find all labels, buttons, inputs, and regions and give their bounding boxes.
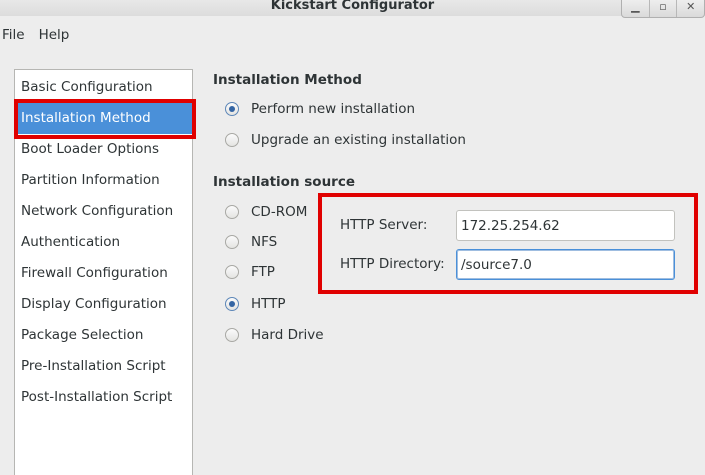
sidebar-item-partition-information[interactable]: Partition Information (15, 165, 192, 196)
sidebar-item-network-configuration[interactable]: Network Configuration (15, 196, 192, 227)
sidebar-item-package-selection[interactable]: Package Selection (15, 320, 192, 351)
radio-button[interactable] (225, 328, 239, 342)
radio-label: HTTP (251, 296, 286, 312)
radio-button[interactable] (225, 133, 239, 147)
maximize-icon[interactable]: ▫ (650, 0, 678, 17)
radio-label: Perform new installation (251, 101, 416, 117)
sidebar: Basic Configuration Installation Method … (14, 69, 193, 475)
radio-label: FTP (251, 264, 275, 280)
sidebar-item-display-configuration[interactable]: Display Configuration (15, 289, 192, 320)
sidebar-item-authentication[interactable]: Authentication (15, 227, 192, 258)
window-controls: ▁ ▫ ✕ (621, 0, 705, 18)
minimize-icon[interactable]: ▁ (622, 0, 650, 17)
radio-http[interactable]: HTTP (225, 296, 286, 312)
radio-ftp[interactable]: FTP (225, 264, 275, 280)
title-bar: Kickstart Configurator ▁ ▫ ✕ (0, 0, 705, 18)
radio-cd-rom[interactable]: CD-ROM (225, 204, 307, 220)
menu-file[interactable]: File (0, 27, 31, 43)
http-server-label: HTTP Server: (340, 217, 428, 233)
radio-perform-new-installation[interactable]: Perform new installation (225, 101, 415, 117)
menu-help[interactable]: Help (37, 27, 76, 43)
menu-bar: File Help (0, 22, 705, 48)
close-icon[interactable]: ✕ (677, 0, 704, 17)
radio-button-checked[interactable] (225, 297, 239, 311)
sidebar-item-post-installation-script[interactable]: Post-Installation Script (15, 382, 192, 413)
radio-dot-icon (229, 106, 235, 112)
radio-button[interactable] (225, 235, 239, 249)
radio-button[interactable] (225, 265, 239, 279)
radio-label: Hard Drive (251, 327, 324, 343)
window-title: Kickstart Configurator (270, 0, 435, 13)
http-directory-input[interactable] (456, 249, 675, 280)
radio-button[interactable] (225, 205, 239, 219)
radio-label: CD-ROM (251, 204, 308, 220)
sidebar-item-basic-configuration[interactable]: Basic Configuration (15, 72, 192, 103)
http-directory-label: HTTP Directory: (340, 256, 445, 272)
sidebar-item-firewall-configuration[interactable]: Firewall Configuration (15, 258, 192, 289)
http-server-input[interactable] (456, 210, 675, 241)
radio-hard-drive[interactable]: Hard Drive (225, 327, 324, 343)
installation-method-title: Installation Method (213, 72, 362, 88)
radio-label: Upgrade an existing installation (251, 132, 466, 148)
radio-dot-icon (229, 301, 235, 307)
sidebar-item-boot-loader-options[interactable]: Boot Loader Options (15, 134, 192, 165)
radio-label: NFS (251, 234, 278, 250)
radio-nfs[interactable]: NFS (225, 234, 277, 250)
installation-source-title: Installation source (213, 174, 356, 190)
sidebar-item-pre-installation-script[interactable]: Pre-Installation Script (15, 351, 192, 382)
radio-upgrade-existing-installation[interactable]: Upgrade an existing installation (225, 132, 466, 148)
radio-button-checked[interactable] (225, 102, 239, 116)
sidebar-item-installation-method[interactable]: Installation Method (15, 103, 192, 134)
